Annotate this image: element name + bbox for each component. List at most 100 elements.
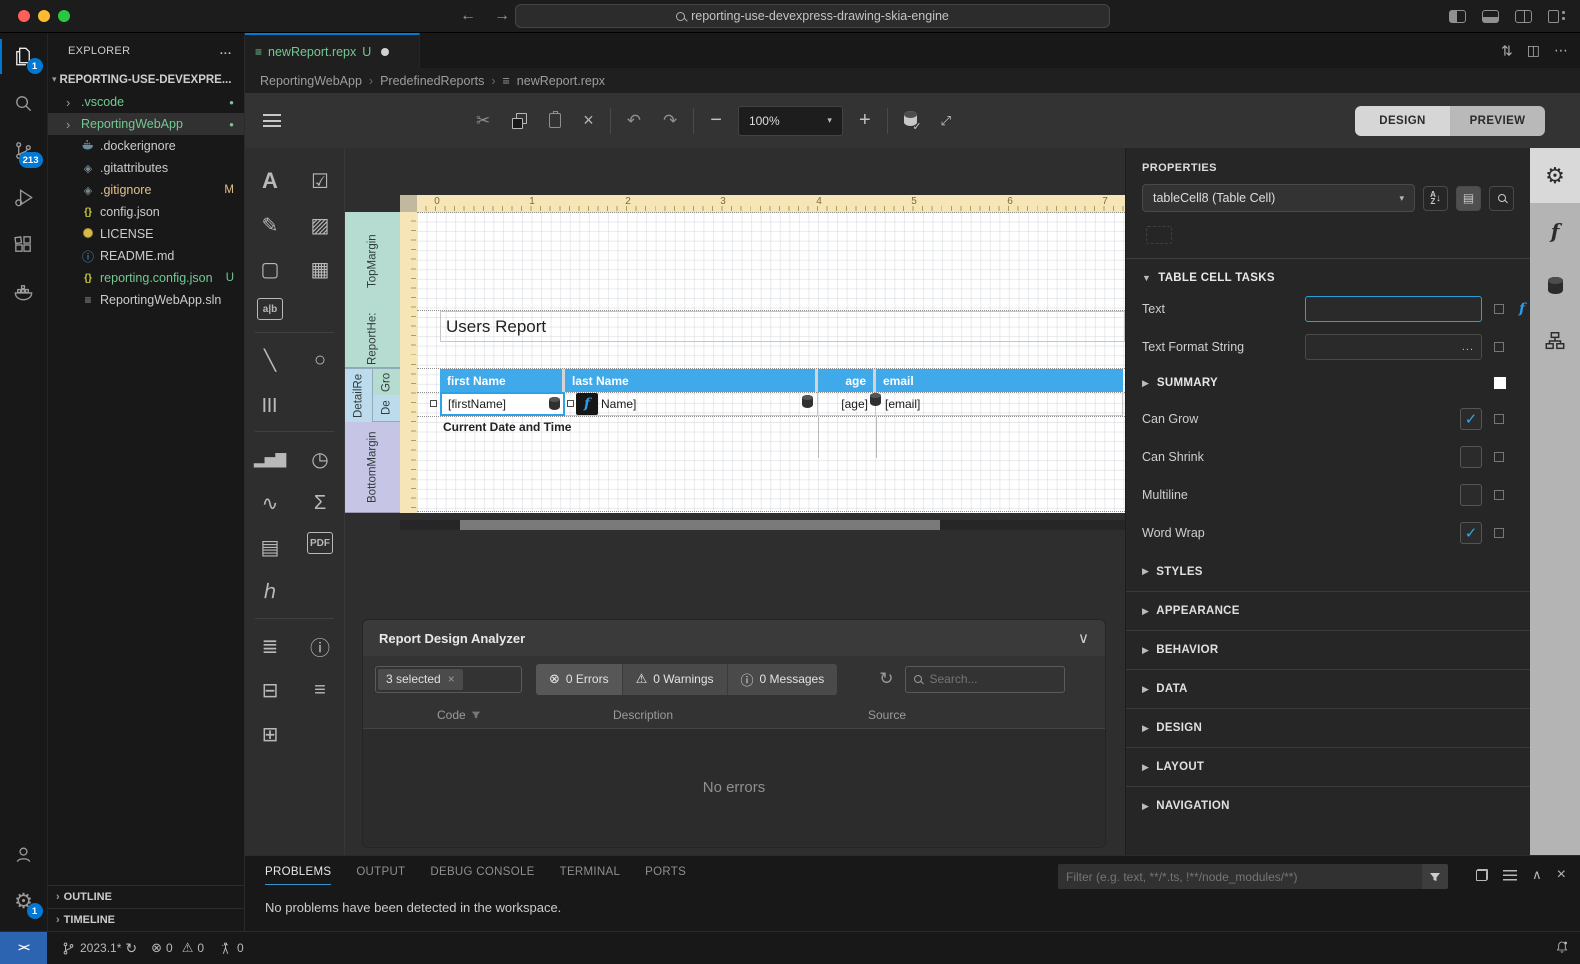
extensions-icon[interactable] (0, 221, 48, 268)
picturebox-tool[interactable]: ▨ (305, 210, 335, 240)
header-cell-email[interactable]: email (876, 369, 1123, 392)
search-properties-button[interactable] (1489, 185, 1514, 211)
checkbox-tool[interactable]: ☑ (305, 166, 335, 196)
page-break-tool[interactable]: ⊟ (255, 675, 285, 705)
scrollbar-thumb[interactable] (460, 520, 940, 530)
table-tool[interactable]: ▦ (305, 254, 335, 284)
toc-tool[interactable]: ≣ (255, 631, 285, 661)
table-cell-tasks-section[interactable]: ▼ TABLE CELL TASKS (1126, 259, 1530, 290)
history-back-button[interactable]: ← (460, 7, 476, 25)
section-layout[interactable]: ▶ LAYOUT (1126, 747, 1530, 786)
sidebar-item-license[interactable]: LICENSE (48, 223, 244, 245)
selection-handle[interactable] (430, 400, 437, 407)
table-cell-age[interactable]: [age] (818, 392, 881, 416)
copy-panel-icon[interactable] (1476, 869, 1489, 881)
sync-icon[interactable]: ↻ (125, 940, 137, 957)
report-structure-tab-icon[interactable] (1530, 313, 1580, 368)
sidebar-item-gitignore[interactable]: ◈ .gitignore M (48, 179, 244, 201)
header-cell-firstname[interactable]: first Name (440, 369, 565, 392)
sidebar-item-reporting-config-json[interactable]: {} reporting.config.json U (48, 267, 244, 289)
chart-tool[interactable]: ▂▅▇ (254, 444, 286, 474)
header-cell-age[interactable]: age (818, 369, 876, 392)
band-group-header[interactable]: Gro (373, 369, 400, 395)
docker-icon[interactable] (0, 268, 48, 315)
can-grow-checkbox[interactable]: ✓ (1460, 408, 1482, 430)
vertical-ruler[interactable] (400, 212, 417, 513)
run-debug-icon[interactable] (0, 174, 48, 221)
section-appearance[interactable]: ▶ APPEARANCE (1126, 591, 1530, 630)
table-cell-email[interactable]: [email] (876, 392, 1123, 416)
band-top-margin[interactable]: TopMargin (345, 212, 400, 310)
cross-band-line-tool[interactable]: ≡ (305, 675, 335, 705)
problems-filter-box[interactable] (1058, 864, 1448, 889)
chevron-up-icon[interactable]: ∧ (1532, 867, 1542, 883)
section-navigation[interactable]: ▶ NAVIGATION (1126, 786, 1530, 825)
tab-terminal[interactable]: TERMINAL (560, 866, 621, 885)
preview-tab[interactable]: PREVIEW (1450, 105, 1545, 136)
selection-handle[interactable] (567, 400, 574, 407)
horizontal-scrollbar[interactable] (400, 520, 1125, 530)
tab-debug-console[interactable]: DEBUG CONSOLE (430, 866, 534, 885)
column-description[interactable]: Description (613, 708, 868, 722)
can-shrink-checkbox[interactable]: ✓ (1460, 446, 1482, 468)
page-document-info-tool[interactable]: ⓘ (305, 631, 335, 661)
problems-filter-input[interactable] (1058, 864, 1422, 889)
report-title-label[interactable]: Users Report (440, 311, 1125, 342)
signature-tool[interactable]: ℎ (255, 576, 285, 606)
band-detail-report[interactable]: DetailRe Gro De (345, 368, 400, 422)
timeline-section[interactable]: › TIMELINE (48, 908, 244, 931)
format-string-input-wrap[interactable]: ... (1305, 334, 1482, 360)
text-property-input-wrap[interactable] (1305, 296, 1482, 322)
character-comb-tool[interactable]: a|b (257, 298, 283, 320)
page-info-tool[interactable]: ▤ (255, 532, 285, 562)
close-window-button[interactable] (18, 10, 30, 22)
current-date-time-label[interactable]: Current Date and Time (443, 420, 571, 434)
tab-ports[interactable]: PORTS (645, 866, 686, 885)
minimize-window-button[interactable] (38, 10, 50, 22)
breadcrumb-item[interactable]: newReport.repx (517, 74, 605, 88)
breadcrumb-item[interactable]: PredefinedReports (380, 74, 484, 88)
forwarded-ports-item[interactable]: 0 (218, 941, 244, 956)
problems-status-item[interactable]: ⊗ 0 ⚠ 0 (151, 940, 204, 956)
sidebar-item-dockerignore[interactable]: .dockerignore (48, 135, 244, 157)
section-data[interactable]: ▶ DATA (1126, 669, 1530, 708)
remote-indicator-button[interactable]: >< (0, 932, 47, 964)
cross-band-box-tool[interactable]: ⊞ (255, 719, 285, 749)
view-as-list-icon[interactable] (1503, 869, 1518, 881)
band-report-header[interactable]: ReportHe: (345, 310, 400, 368)
report-page[interactable]: Users Report first Name last Name age em… (417, 212, 1125, 513)
explorer-icon[interactable]: 1 (0, 33, 48, 80)
sidebar-item-reportingwebapp[interactable]: › ReportingWebApp ● (48, 113, 244, 135)
paste-icon[interactable] (549, 111, 562, 128)
toggle-primary-sidebar-icon[interactable] (1449, 9, 1466, 23)
toggle-panel-icon[interactable] (1482, 9, 1499, 23)
editor-more-actions-icon[interactable]: ⋯ (1554, 42, 1568, 59)
filter-funnel-icon[interactable] (471, 710, 481, 720)
label-tool[interactable]: A (255, 166, 285, 196)
properties-tab-gear-icon[interactable]: ⚙ (1530, 148, 1580, 203)
sidebar-item-config-json[interactable]: {} config.json (48, 201, 244, 223)
tab-newreport-repx[interactable]: ≡ newReport.repx U (245, 33, 420, 68)
property-marker-square[interactable] (1494, 528, 1504, 538)
band-detail[interactable]: De (373, 395, 400, 422)
search-icon[interactable] (0, 80, 48, 127)
history-forward-button[interactable]: → (494, 7, 510, 25)
sidebar-item-readme[interactable]: ⓘ README.md (48, 245, 244, 267)
field-list-tab-database-icon[interactable] (1530, 258, 1580, 313)
maximize-window-button[interactable] (58, 10, 70, 22)
sidebar-item-vscode[interactable]: › .vscode ● (48, 91, 244, 113)
undo-icon[interactable]: ↶ (627, 111, 641, 131)
macos-window-controls[interactable] (18, 10, 70, 22)
header-cell-lastname[interactable]: last Name (565, 369, 818, 392)
copy-icon[interactable] (512, 112, 528, 129)
gauge-tool[interactable]: ◷ (305, 444, 335, 474)
table-cell-firstname[interactable]: [firstName] (440, 392, 565, 416)
redo-icon[interactable]: ↷ (663, 111, 677, 131)
group-properties-button[interactable]: ▤ (1456, 185, 1481, 211)
split-editor-icon[interactable]: ◫ (1527, 42, 1540, 59)
column-code[interactable]: Code (437, 708, 466, 722)
column-source[interactable]: Source (868, 708, 1105, 722)
toggle-secondary-sidebar-icon[interactable] (1515, 9, 1532, 23)
analyzer-selection-filter[interactable]: 3 selected × (375, 665, 522, 693)
tab-output[interactable]: OUTPUT (356, 866, 405, 885)
